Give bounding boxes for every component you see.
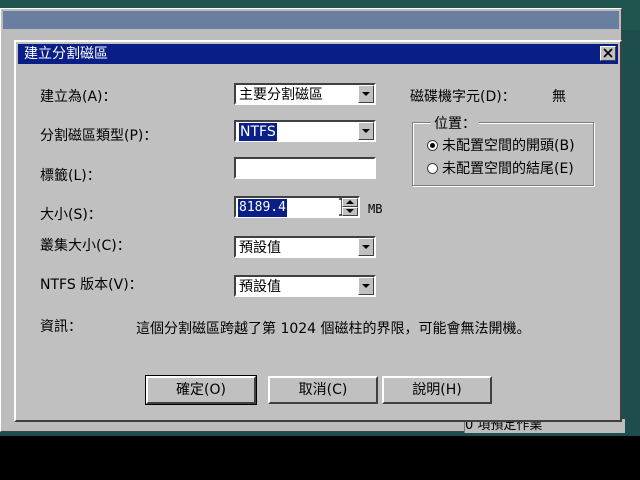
dialog-titlebar[interactable]: 建立分割磁區 — [18, 44, 618, 64]
cluster-size-dropdown-button[interactable] — [358, 238, 374, 256]
chevron-down-icon — [362, 129, 370, 133]
size-label: 大小(S)： — [40, 207, 102, 223]
ntfs-version-dropdown-button[interactable] — [358, 277, 374, 295]
create-as-combobox[interactable]: 主要分割磁區 — [234, 83, 376, 105]
create-as-value: 主要分割磁區 — [239, 87, 323, 103]
create-as-dropdown-button[interactable] — [358, 85, 374, 103]
radio-unselected-icon — [427, 163, 438, 174]
close-button[interactable] — [600, 46, 616, 61]
spin-up-icon — [346, 200, 354, 204]
cluster-size-combobox[interactable]: 預設值 — [234, 236, 376, 258]
size-spin-buttons — [342, 198, 358, 216]
info-label: 資訊： — [40, 319, 82, 335]
size-value: 8189.4 — [238, 199, 287, 217]
position-group-title: 位置： — [431, 113, 479, 133]
position-start-label: 未配置空間的開頭(B) — [442, 138, 575, 154]
chevron-down-icon — [362, 284, 370, 288]
cancel-button[interactable]: 取消(C) — [268, 376, 378, 404]
drive-letter-value: 無 — [552, 89, 566, 105]
ntfs-version-label: NTFS 版本(V)： — [40, 277, 143, 293]
background-window-titlebar — [3, 11, 619, 29]
info-text: 這個分割磁區跨越了第 1024 個磁柱的界限，可能會無法開機。 — [136, 321, 531, 337]
ntfs-version-value: 預設值 — [239, 279, 281, 295]
ntfs-version-combobox[interactable]: 預設值 — [234, 275, 376, 297]
chevron-down-icon — [362, 245, 370, 249]
position-start-radio[interactable]: 未配置空間的開頭(B) — [427, 135, 575, 155]
position-end-radio[interactable]: 未配置空間的結尾(E) — [427, 158, 574, 178]
size-spinbox[interactable]: 8189.4 — [234, 196, 360, 218]
size-increment-button[interactable] — [342, 198, 358, 207]
position-end-label: 未配置空間的結尾(E) — [442, 161, 574, 177]
volume-label-label: 標籤(L)： — [40, 168, 101, 184]
partition-type-value: NTFS — [239, 123, 277, 141]
bottom-bar — [0, 436, 640, 480]
create-as-label: 建立為(A)： — [40, 89, 117, 105]
partition-type-combobox[interactable]: NTFS — [234, 120, 376, 142]
cluster-size-label: 叢集大小(C)： — [40, 238, 131, 254]
spin-down-icon — [346, 209, 354, 213]
ok-button[interactable]: 確定(O) — [145, 375, 257, 405]
size-unit: MB — [368, 202, 383, 216]
create-partition-dialog: 建立分割磁區 建立為(A)： 主要分割磁區 磁碟機字元(D)： 無 分割磁區類型… — [14, 40, 622, 422]
partition-type-dropdown-button[interactable] — [358, 122, 374, 140]
size-decrement-button[interactable] — [342, 207, 358, 216]
volume-label-input[interactable] — [234, 157, 376, 179]
drive-letter-label: 磁碟機字元(D)： — [410, 89, 516, 105]
chevron-down-icon — [362, 92, 370, 96]
position-groupbox: 位置： 未配置空間的開頭(B) 未配置空間的結尾(E) — [412, 113, 594, 186]
help-button[interactable]: 說明(H) — [382, 376, 492, 404]
cluster-size-value: 預設值 — [239, 240, 281, 256]
partition-type-label: 分割磁區類型(P)： — [40, 128, 158, 144]
radio-selected-icon — [427, 140, 438, 151]
dialog-title: 建立分割磁區 — [24, 46, 108, 62]
close-icon — [603, 48, 613, 58]
